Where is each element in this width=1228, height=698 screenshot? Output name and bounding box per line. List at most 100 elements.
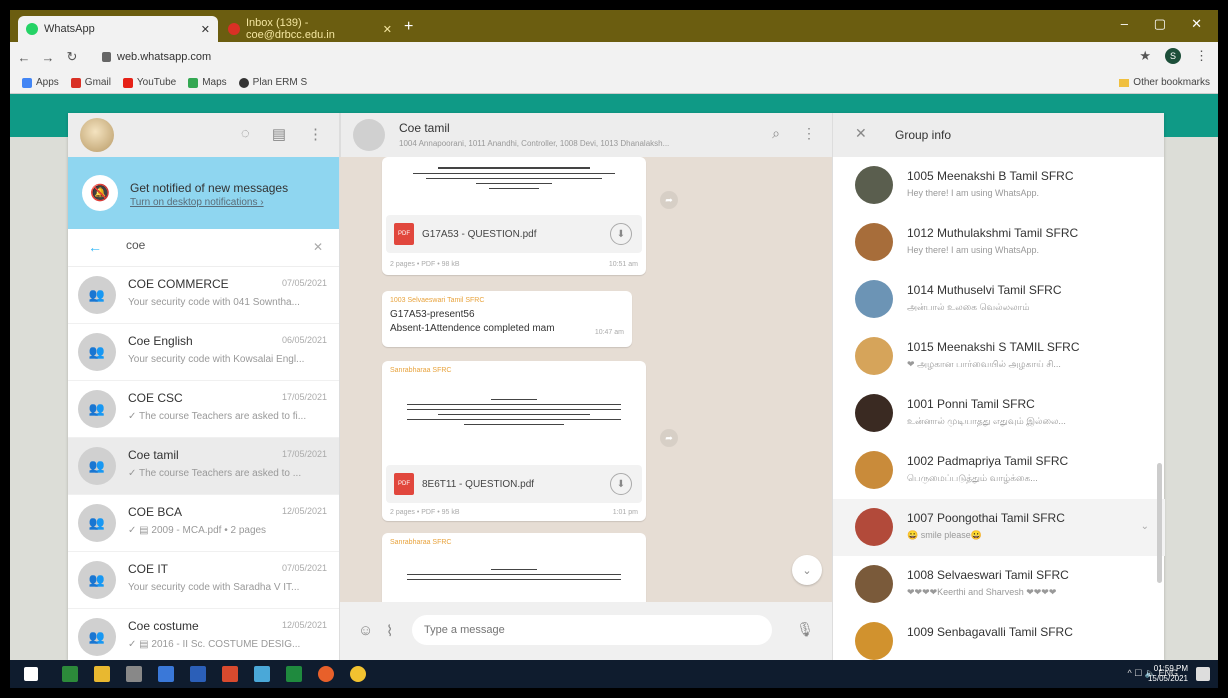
clear-search-icon[interactable]: ✕ xyxy=(313,240,323,254)
gmail-favicon-icon xyxy=(228,23,240,35)
windows-start-icon[interactable] xyxy=(24,667,38,681)
browser-tab-bar: WhatsApp ✕ Inbox (139) - coe@drbcc.edu.i… xyxy=(10,10,1218,42)
browser-toolbar: ← → ↻ web.whatsapp.com ★ S ⋮ xyxy=(10,42,1218,72)
tab-label: Inbox (139) - coe@drbcc.edu.in xyxy=(246,17,335,41)
member-item[interactable]: 1014 Muthuselvi Tamil SFRC அன்பால் உலகை … xyxy=(833,271,1165,328)
message-time: 10:51 am xyxy=(608,261,638,268)
status-icon[interactable]: ◌ xyxy=(241,125,250,143)
member-item[interactable]: 1001 Ponni Tamil SFRC உன்னால் முடியாதது … xyxy=(833,385,1165,442)
back-icon[interactable]: ← xyxy=(14,50,34,65)
other-bookmarks[interactable]: Other bookmarks xyxy=(1119,77,1210,88)
window-close-icon[interactable]: ✕ xyxy=(1191,16,1202,32)
conversation-panel: Coe tamil 1004 Annapoorani, 1011 Anandhi… xyxy=(340,113,832,660)
forward-icon[interactable]: ➦ xyxy=(660,429,678,447)
member-item[interactable]: 1008 Selvaeswari Tamil SFRC ❤❤❤❤Keerthi … xyxy=(833,556,1165,613)
file-attachment[interactable]: PDF G17A53 - QUESTION.pdf ⬇ xyxy=(386,215,642,253)
chat-search: ← ✕ xyxy=(68,229,339,267)
bookmark-maps[interactable]: Maps xyxy=(188,77,227,88)
chevron-down-icon[interactable]: ⌄ xyxy=(1141,521,1149,532)
menu-icon[interactable]: ⋮ xyxy=(308,125,323,143)
file-name: G17A53 - QUESTION.pdf xyxy=(422,228,537,240)
download-icon[interactable]: ⬇ xyxy=(610,223,632,245)
forward-icon[interactable]: → xyxy=(38,50,58,65)
youtube-icon xyxy=(122,77,133,88)
powerpoint-icon[interactable] xyxy=(222,666,238,682)
firefox-icon[interactable] xyxy=(318,666,334,682)
close-tab-icon[interactable]: ✕ xyxy=(383,23,392,36)
app-icon[interactable] xyxy=(62,666,78,682)
search-input[interactable] xyxy=(126,238,306,252)
message-list: PDF G17A53 - QUESTION.pdf ⬇ 2 pages • PD… xyxy=(340,157,832,602)
chat-item-coe-csc[interactable]: 👥 COE CSC 17/05/2021 ✓ The course Teache… xyxy=(68,381,339,438)
app-icon[interactable] xyxy=(158,666,174,682)
excel-icon[interactable] xyxy=(286,666,302,682)
member-item[interactable]: 1007 Poongothai Tamil SFRC 😀 smile pleas… xyxy=(833,499,1165,556)
member-item[interactable]: 1002 Padmapriya Tamil SFRC பெருமைப்படுத்… xyxy=(833,442,1165,499)
scroll-down-icon[interactable]: ⌄ xyxy=(792,555,822,585)
chat-item-coe-tamil[interactable]: 👥 Coe tamil 17/05/2021 ✓ The course Teac… xyxy=(68,438,339,495)
file-meta: 2 pages • PDF • 98 kB xyxy=(390,261,460,268)
close-tab-icon[interactable]: ✕ xyxy=(201,23,210,36)
new-chat-icon[interactable]: ▤ xyxy=(272,125,286,143)
microphone-icon[interactable]: 🎙 xyxy=(796,621,814,638)
action-center-icon[interactable] xyxy=(1196,667,1210,681)
message-time: 1:01 pm xyxy=(612,509,638,516)
chat-item-coe-bca[interactable]: 👥 COE BCA 12/05/2021 ✓ ▤ 2009 - MCA.pdf … xyxy=(68,495,339,552)
new-tab-icon[interactable]: + xyxy=(404,18,413,36)
word-icon[interactable] xyxy=(190,666,206,682)
windows-taskbar: ^ ☐ 🔈 ENG 01:59 PM 15/05/2021 xyxy=(10,660,1218,688)
chrome-icon[interactable] xyxy=(350,666,366,682)
reload-icon[interactable]: ↻ xyxy=(62,49,82,65)
member-item[interactable]: 1012 Muthulakshmi Tamil SFRC Hey there! … xyxy=(833,214,1165,271)
member-item[interactable]: 1005 Meenakshi B Tamil SFRC Hey there! I… xyxy=(833,157,1165,214)
app-icon[interactable] xyxy=(254,666,270,682)
member-avatar xyxy=(855,394,893,432)
message-line: G17A53-present56 xyxy=(390,309,475,320)
app-icon[interactable] xyxy=(126,666,142,682)
message-time: 10:47 am xyxy=(594,329,624,336)
message-sender: 1003 Selvaeswari Tamil SFRC xyxy=(390,297,485,304)
member-avatar xyxy=(855,223,893,261)
profile-avatar[interactable]: S xyxy=(1165,48,1181,64)
maximize-icon[interactable]: ▢ xyxy=(1154,16,1166,32)
tab-whatsapp[interactable]: WhatsApp ✕ xyxy=(18,16,218,42)
emoji-icon[interactable]: ☺ xyxy=(358,622,373,639)
file-explorer-icon[interactable] xyxy=(94,666,110,682)
taskbar-clock[interactable]: 01:59 PM 15/05/2021 xyxy=(1148,664,1188,684)
minimize-icon[interactable]: – xyxy=(1121,16,1128,31)
attach-icon[interactable]: ⌇ xyxy=(386,622,393,640)
message-line: Absent-1Attendence completed mam xyxy=(390,323,555,334)
tab-inbox[interactable]: Inbox (139) - coe@drbcc.edu.in ✕ xyxy=(220,16,400,42)
menu-icon[interactable]: ⋮ xyxy=(802,125,816,142)
group-avatar-icon: 👥 xyxy=(78,390,116,428)
chat-item-coe-costume[interactable]: 👥 Coe costume 12/05/2021 ✓ ▤ 2016 - II S… xyxy=(68,609,339,666)
browser-menu-icon[interactable]: ⋮ xyxy=(1195,48,1208,64)
message-input[interactable] xyxy=(412,615,772,645)
bookmark-plan[interactable]: Plan ERM S xyxy=(238,77,307,88)
my-avatar[interactable] xyxy=(80,118,114,152)
conversation-header[interactable]: Coe tamil 1004 Annapoorani, 1011 Anandhi… xyxy=(340,113,832,157)
member-item[interactable]: 1015 Meenakshi S TAMIL SFRC ❤ அழகான பார்… xyxy=(833,328,1165,385)
bookmark-apps[interactable]: Apps xyxy=(22,77,59,88)
enable-notifications-link[interactable]: Turn on desktop notifications › xyxy=(130,197,264,208)
chat-item-coe-commerce[interactable]: 👥 COE COMMERCE 07/05/2021 Your security … xyxy=(68,267,339,324)
member-item[interactable]: 1009 Senbagavalli Tamil SFRC xyxy=(833,613,1165,660)
scrollbar[interactable] xyxy=(1157,463,1162,583)
bookmark-gmail[interactable]: Gmail xyxy=(70,77,111,88)
screen: WhatsApp ✕ Inbox (139) - coe@drbcc.edu.i… xyxy=(10,10,1218,688)
search-back-icon[interactable]: ← xyxy=(88,239,102,255)
chat-item-coe-it[interactable]: 👥 COE IT 07/05/2021 Your security code w… xyxy=(68,552,339,609)
chat-item-coe-english[interactable]: 👥 Coe English 06/05/2021 Your security c… xyxy=(68,324,339,381)
file-attachment[interactable]: PDF 8E6T11 - QUESTION.pdf ⬇ xyxy=(386,465,642,503)
address-bar[interactable]: web.whatsapp.com xyxy=(102,47,1122,67)
bookmark-star-icon[interactable]: ★ xyxy=(1139,48,1151,64)
search-icon[interactable]: ⌕ xyxy=(772,125,780,142)
member-avatar xyxy=(855,166,893,204)
download-icon[interactable]: ⬇ xyxy=(610,473,632,495)
group-avatar-icon: 👥 xyxy=(78,618,116,656)
close-icon[interactable]: ✕ xyxy=(855,125,867,142)
bookmark-youtube[interactable]: YouTube xyxy=(122,77,176,88)
member-avatar xyxy=(855,337,893,375)
group-avatar-icon: 👥 xyxy=(78,447,116,485)
forward-icon[interactable]: ➦ xyxy=(660,191,678,209)
